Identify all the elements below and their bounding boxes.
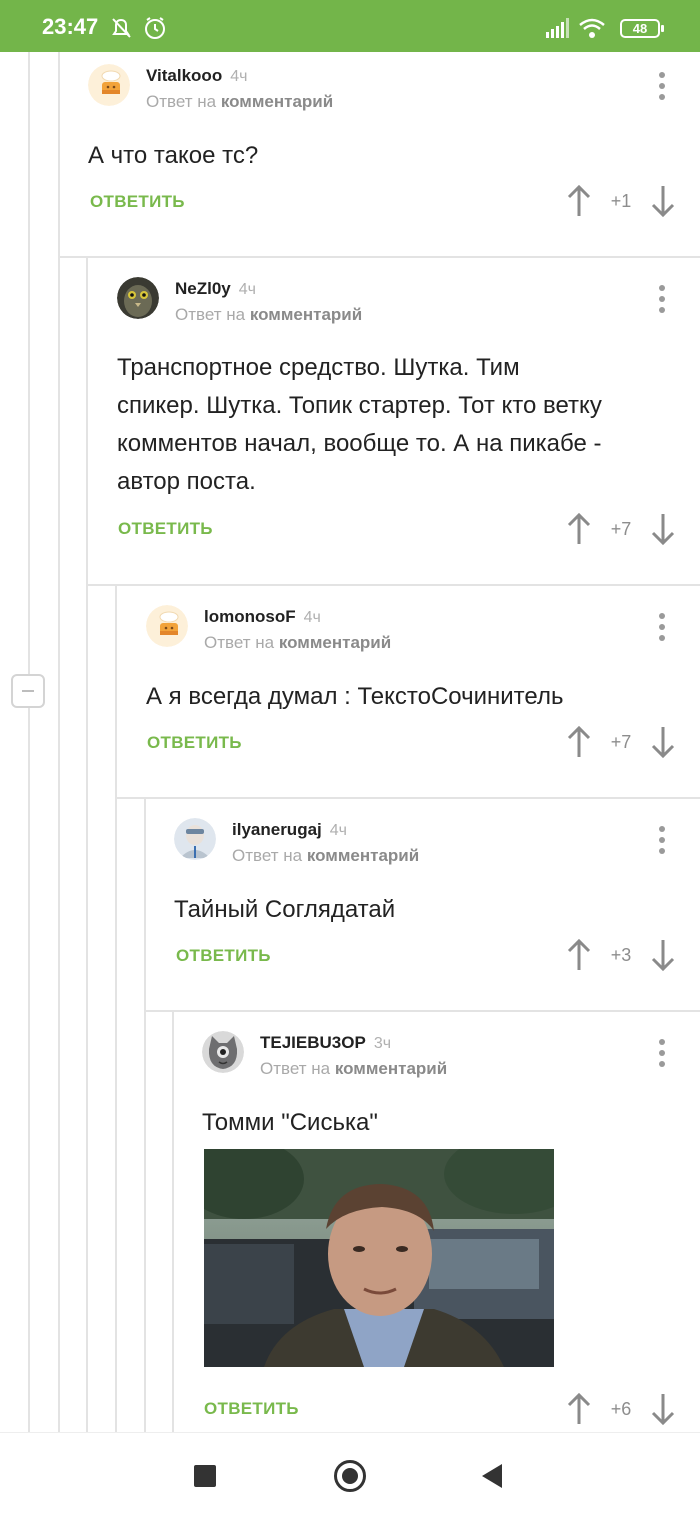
vote-controls: +7 [566,512,676,546]
comment: NeZl0y 4ч Ответ на комментарий Транспортн… [117,277,687,537]
author-name[interactable]: lomonosoF 4ч [204,607,321,627]
more-options-icon[interactable] [659,1039,665,1067]
reply-to-link[interactable]: комментарий [221,92,333,111]
more-options-icon[interactable] [659,613,665,641]
battery-indicator: 48 [620,19,664,38]
reply-button[interactable]: ОТВЕТИТЬ [176,946,271,966]
thread-line [58,52,60,1432]
thread-line [172,1010,174,1432]
reply-to-label: Ответ на комментарий [146,92,334,111]
thread-line [86,256,88,1432]
signal-wifi-icon [546,18,605,38]
comment-time: 3ч [373,1035,392,1052]
comment-time: 4ч [238,281,256,298]
vote-controls: +7 [566,725,676,759]
downvote-arrow-icon[interactable] [650,184,676,218]
more-options-icon[interactable] [659,826,665,854]
status-bar: 23:47 48 [0,0,700,52]
comments-thread[interactable]: Vitalkooo 4ч Ответ на комментарий А что т… [0,52,700,1432]
reply-to-link[interactable]: комментарий [307,846,419,865]
thread-divider [144,1010,700,1012]
comment-time: 4ч [329,822,347,839]
user-photo-avatar[interactable] [174,818,216,860]
thread-line [115,584,117,1432]
vote-score: +1 [610,191,632,211]
downvote-arrow-icon[interactable] [650,512,676,546]
mute-bell-icon [112,17,165,39]
upvote-arrow-icon[interactable] [566,1392,592,1426]
reply-to-label: Ответ на комментарий [232,846,420,865]
reply-to-link[interactable]: комментарий [335,1059,447,1078]
comment-text: Тайный Соглядатай [174,896,396,923]
reply-to-link[interactable]: комментарий [250,305,362,324]
reply-to-label: Ответ на комментарий [260,1059,448,1078]
comment: TEJIEBU3OP 3ч Ответ на комментарий Томми … [202,1031,686,1141]
vote-score: +3 [610,945,632,965]
collapse-thread-button[interactable] [11,674,45,708]
cat-avatar[interactable] [202,1031,244,1073]
comment-text: Томми "Сиська" [202,1109,378,1136]
more-options-icon[interactable] [659,72,665,100]
downvote-arrow-icon[interactable] [650,938,676,972]
more-options-icon[interactable] [659,285,665,313]
thread-line [28,52,30,1432]
upvote-arrow-icon[interactable] [566,938,592,972]
author-name[interactable]: Vitalkooo 4ч [146,66,247,86]
reply-to-label: Ответ на комментарий [175,305,363,324]
vote-controls: +1 [566,184,676,218]
upvote-arrow-icon[interactable] [566,184,592,218]
downvote-arrow-icon[interactable] [650,725,676,759]
upvote-arrow-icon[interactable] [566,725,592,759]
status-signal-icons [544,16,608,45]
status-notification-icons [110,16,180,45]
thread-divider [86,584,700,586]
reply-button[interactable]: ОТВЕТИТЬ [90,192,185,212]
vote-controls: +3 [566,938,676,972]
comment-text: А я всегда думал : ТекстоСочинитель [146,683,564,710]
comment-text: А что такое тс? [88,142,259,169]
author-name[interactable]: TEJIEBU3OP 3ч [260,1033,391,1053]
status-time: 23:47 [42,14,99,39]
comment-text: Транспортное средство. Шутка. Тим спикер… [117,354,602,495]
home-icon[interactable] [334,1460,366,1492]
comment-gif-image[interactable] [204,1149,554,1367]
recent-apps-icon[interactable] [194,1465,216,1487]
thread-divider [58,256,700,258]
reply-button[interactable]: ОТВЕТИТЬ [147,733,242,753]
back-icon[interactable] [482,1464,502,1488]
system-navigation-bar [0,1432,700,1517]
comment-time: 4ч [230,68,248,85]
thread-divider [115,797,700,799]
reply-to-label: Ответ на комментарий [204,633,392,652]
author-name[interactable]: NeZl0y 4ч [175,279,256,299]
vote-score: +6 [610,1399,632,1419]
vote-controls: +6 [566,1392,676,1426]
user-photo-avatar[interactable] [117,277,159,319]
default-avatar-icon[interactable] [88,64,130,106]
vote-score: +7 [610,732,632,752]
reply-button[interactable]: ОТВЕТИТЬ [118,519,213,539]
thread-line [144,797,146,1432]
author-name[interactable]: ilyanerugaj 4ч [232,820,347,840]
reply-button[interactable]: ОТВЕТИТЬ [204,1399,299,1419]
downvote-arrow-icon[interactable] [650,1392,676,1426]
comment-time: 4ч [303,609,321,626]
vote-score: +7 [610,519,632,539]
upvote-arrow-icon[interactable] [566,512,592,546]
default-avatar-icon[interactable] [146,605,188,647]
reply-to-link[interactable]: комментарий [279,633,391,652]
